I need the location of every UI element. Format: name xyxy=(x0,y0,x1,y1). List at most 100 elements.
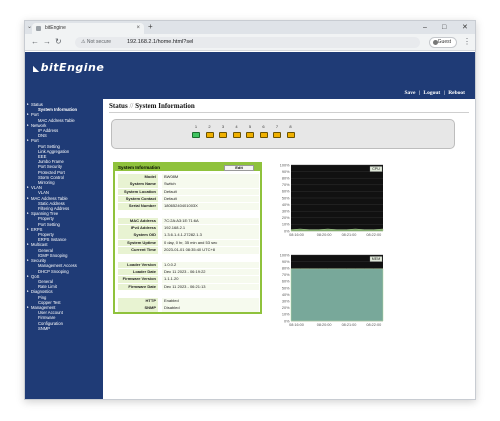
ethernet-port-icon xyxy=(286,132,295,138)
y-tick-label: 40% xyxy=(282,293,290,297)
y-tick-label: 40% xyxy=(282,203,290,207)
info-row: System Contact Default xyxy=(118,195,259,203)
port-8[interactable]: 8 xyxy=(286,124,295,138)
y-tick-label: 30% xyxy=(282,300,290,304)
back-icon[interactable]: ← xyxy=(31,37,39,46)
address-bar[interactable]: ⚠ Not secure 192.168.2.1/home.html?sel xyxy=(75,37,420,48)
sidebar-item[interactable]: Management xyxy=(25,305,103,310)
port-4[interactable]: 4 xyxy=(232,124,241,138)
port-3[interactable]: 3 xyxy=(219,124,227,138)
system-info-heading: System Information Edit xyxy=(115,164,260,171)
ethernet-port-icon xyxy=(273,132,281,138)
info-row: Model BW08M xyxy=(118,174,259,181)
info-value: Enabled xyxy=(162,298,259,305)
tab-strip: ⌄ bitEngine × + – □ ✕ xyxy=(25,21,475,34)
ethernet-port-icon xyxy=(232,132,241,138)
browser-tab[interactable]: bitEngine × xyxy=(32,23,144,34)
x-tick-label: 08:21:00 xyxy=(342,323,357,327)
port-6[interactable]: 6 xyxy=(259,124,268,138)
reload-icon[interactable]: ↻ xyxy=(55,37,62,46)
y-tick-label: 90% xyxy=(282,170,290,174)
port-1[interactable]: 1 xyxy=(192,124,200,138)
link-separator: | xyxy=(418,90,421,96)
port-2[interactable]: 2 xyxy=(205,124,214,138)
port-5[interactable]: 5 xyxy=(246,124,254,138)
sidebar-item[interactable]: Port xyxy=(25,138,103,143)
info-row: System Uptime 0 day, 0 hr, 35 min and 53 … xyxy=(118,239,259,247)
menu-icon[interactable]: ⋮ xyxy=(463,37,471,46)
x-tick-label: 08:16:00 xyxy=(289,233,304,237)
cpu-chart: 100% 90% 80% 70% 60% 50% 40% 30% 20% 10% 0% 08:16:0… xyxy=(275,162,385,242)
page-title: Status // System Information xyxy=(109,102,195,110)
logout-link[interactable]: Logout xyxy=(423,90,440,96)
breadcrumb-current: System Information xyxy=(135,102,195,110)
not-secure-indicator[interactable]: ⚠ Not secure xyxy=(81,37,111,48)
x-tick-label: 08:22:00 xyxy=(366,323,381,327)
y-tick-label: 50% xyxy=(282,196,290,200)
y-tick-label: 70% xyxy=(282,273,290,277)
sidebar-item[interactable]: Spanning Tree xyxy=(25,211,103,216)
sidebar-item[interactable]: Port xyxy=(25,112,103,117)
sidebar-item[interactable]: ERPS xyxy=(25,227,103,232)
port-7[interactable]: 7 xyxy=(273,124,281,138)
ethernet-port-icon xyxy=(259,132,268,138)
profile-label: Guest xyxy=(437,39,451,45)
y-tick-label: 10% xyxy=(282,313,290,317)
title-divider xyxy=(109,112,469,113)
info-row: System OID 1.3.6.1.4.1.27282.1.3 xyxy=(118,232,259,239)
breadcrumb-root: Status xyxy=(109,102,128,110)
ethernet-port-icon xyxy=(219,132,227,138)
forward-icon[interactable]: → xyxy=(43,37,51,46)
sidebar-item[interactable]: SNMP xyxy=(25,326,103,331)
info-key: Firmware Version xyxy=(118,276,158,283)
new-tab-icon[interactable]: + xyxy=(148,22,153,31)
sidebar-item[interactable]: MAC Address Table xyxy=(25,196,103,201)
series-area xyxy=(290,268,384,322)
chart-svg: 100%90%80%70%60%50%40%30%20%10%0%08:16:0… xyxy=(280,163,384,237)
sidebar-item[interactable]: Multicast xyxy=(25,242,103,247)
close-window-icon[interactable]: ✕ xyxy=(462,21,468,34)
info-key: Loader Version xyxy=(118,261,158,269)
info-row: Loader Date Dec 11 2023 - 06:19:22 xyxy=(118,268,259,276)
info-key: Current Time xyxy=(118,247,158,254)
minimize-icon[interactable]: – xyxy=(423,21,427,34)
info-value: 2023-01-01 08:35:40 UTC+8 xyxy=(162,247,259,254)
sidebar-nav: StatusSystem InformationPortMAC Address … xyxy=(25,99,103,399)
header-links: Save | Logout | Reboot xyxy=(402,90,465,96)
favicon-icon xyxy=(36,26,41,31)
close-tab-icon[interactable]: × xyxy=(136,23,140,34)
info-key: Firmware Date xyxy=(118,283,158,290)
info-value: 1.0.0.2 xyxy=(162,261,259,269)
info-value: 1.1.1.20 xyxy=(162,276,259,283)
sidebar-item[interactable]: Diagnostics xyxy=(25,289,103,294)
info-key: SNMP xyxy=(118,305,158,312)
info-key: Loader Date xyxy=(118,268,158,276)
y-tick-label: 100% xyxy=(280,253,290,257)
url-text: 192.168.2.1/home.html?sel xyxy=(127,39,194,45)
sidebar-item[interactable]: Security xyxy=(25,258,103,263)
sidebar-item[interactable]: Network xyxy=(25,123,103,128)
info-value: 18065240401003X xyxy=(162,203,259,210)
save-link[interactable]: Save xyxy=(404,90,415,96)
reboot-link[interactable]: Reboot xyxy=(448,90,465,96)
info-value: Switch xyxy=(162,181,259,188)
web-page: ◣bitEngine Save | Logout | Reboot Status… xyxy=(25,52,475,399)
main-content: Status // System Information 1 2 3 4 5 6 7 8 Sy… xyxy=(107,99,473,399)
edit-button[interactable]: Edit xyxy=(224,165,254,171)
maximize-icon[interactable]: □ xyxy=(442,21,446,34)
sidebar-item[interactable]: VLAN xyxy=(25,185,103,190)
tab-title: bitEngine xyxy=(45,25,66,31)
link-separator: | xyxy=(443,90,445,96)
port-number: 2 xyxy=(208,124,211,129)
sidebar-item[interactable]: QoS xyxy=(25,274,103,279)
info-value: 7C:2A:A3:1E:71:6A xyxy=(162,217,259,225)
y-tick-label: 50% xyxy=(282,286,290,290)
system-info-panel: System Information Edit Model BW08M System… xyxy=(113,162,262,314)
ethernet-port-icon xyxy=(205,132,214,138)
info-row: Current Time 2023-01-01 08:35:40 UTC+8 xyxy=(118,247,259,254)
brand-logo: ◣bitEngine xyxy=(33,61,105,74)
y-tick-label: 20% xyxy=(282,216,290,220)
profile-button[interactable]: Guest xyxy=(429,37,457,48)
sidebar-item[interactable]: Status xyxy=(25,102,103,107)
info-value: BW08M xyxy=(162,174,259,181)
